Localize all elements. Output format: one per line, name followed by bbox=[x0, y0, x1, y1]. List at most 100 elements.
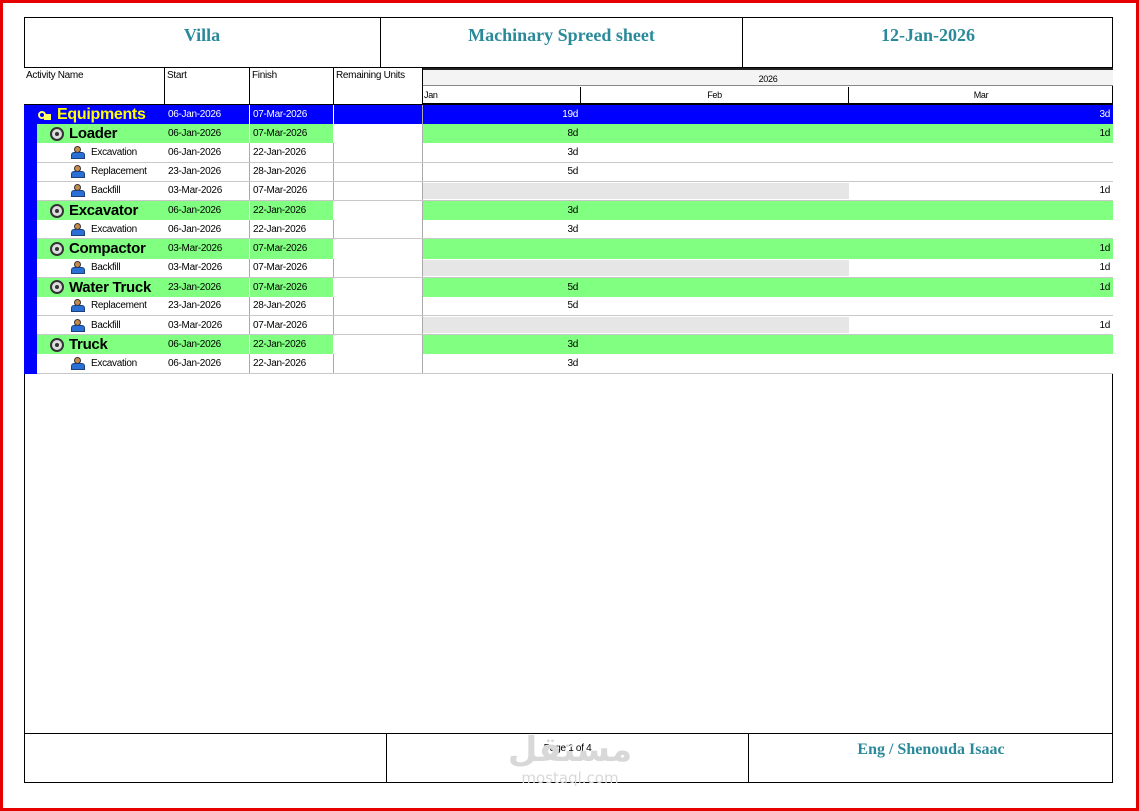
resource-icon bbox=[70, 184, 86, 198]
units-jan: 3d bbox=[567, 339, 578, 351]
summary-row[interactable]: Equipments 06-Jan-2026 07-Mar-2026 19d 3d bbox=[24, 105, 1113, 125]
activity-name-cell: Equipments bbox=[24, 105, 165, 124]
resource-icon bbox=[70, 357, 86, 371]
finish-date: 28-Jan-2026 bbox=[250, 296, 334, 316]
activity-row[interactable]: Replacement 23-Jan-2026 28-Jan-2026 5d bbox=[24, 162, 1113, 182]
equipment-icon bbox=[38, 109, 52, 121]
remaining-units bbox=[334, 143, 423, 162]
activity-row[interactable]: Replacement 23-Jan-2026 28-Jan-2026 5d bbox=[24, 296, 1113, 317]
activity-name-cell: Compactor bbox=[24, 239, 165, 259]
resource-icon bbox=[70, 222, 86, 236]
col-activity-name[interactable]: Activity Name bbox=[24, 68, 165, 105]
remaining-units bbox=[334, 354, 423, 373]
remaining-units bbox=[334, 239, 423, 259]
activity-name-cell: Loader bbox=[24, 124, 165, 144]
activity-row[interactable]: Backfill 03-Mar-2026 07-Mar-2026 1d bbox=[24, 181, 1113, 201]
start-date: 23-Jan-2026 bbox=[165, 162, 250, 181]
activity-name-cell: Replacement bbox=[24, 296, 165, 316]
activity-row[interactable]: Backfill 03-Mar-2026 07-Mar-2026 1d bbox=[24, 316, 1113, 336]
start-date: 06-Jan-2026 bbox=[165, 220, 250, 239]
start-date: 03-Mar-2026 bbox=[165, 316, 250, 335]
units-mar bbox=[581, 354, 1113, 372]
units-jan bbox=[423, 259, 581, 277]
finish-date: 28-Jan-2026 bbox=[250, 162, 334, 181]
report-title: Machinary Spreed sheet bbox=[381, 17, 743, 67]
activity-name-cell: Excavation bbox=[24, 143, 165, 162]
column-header: Activity Name Start Finish Remaining Uni… bbox=[24, 68, 1113, 105]
activity-name: Backfill bbox=[91, 319, 121, 331]
resource-row[interactable]: Truck 06-Jan-2026 22-Jan-2026 3d bbox=[24, 335, 1113, 355]
units-mar: 1d bbox=[1099, 128, 1110, 140]
resource-icon bbox=[70, 299, 86, 313]
remaining-units bbox=[334, 258, 423, 277]
remaining-units bbox=[334, 335, 423, 355]
activity-row[interactable]: Backfill 03-Mar-2026 07-Mar-2026 1d bbox=[24, 258, 1113, 278]
units-jan: 5d bbox=[567, 300, 578, 312]
units-mar bbox=[581, 163, 1113, 181]
activity-name-cell: Water Truck bbox=[24, 277, 165, 297]
remaining-units bbox=[334, 277, 423, 297]
report-footer: Page 1 of 4 Eng / Shenouda Isaac bbox=[24, 733, 1113, 783]
units-mar bbox=[581, 201, 1113, 220]
start-date: 06-Jan-2026 bbox=[165, 354, 250, 373]
units-jan: 3d bbox=[567, 358, 578, 370]
finish-date: 07-Mar-2026 bbox=[250, 239, 334, 259]
resource-row[interactable]: Compactor 03-Mar-2026 07-Mar-2026 1d bbox=[24, 239, 1113, 259]
activity-name-cell: Backfill bbox=[24, 258, 165, 277]
activity-name-cell: Replacement bbox=[24, 162, 165, 181]
activity-name: Replacement bbox=[91, 300, 147, 312]
units-mar: 1d bbox=[1099, 319, 1110, 331]
activity-name-cell: Backfill bbox=[24, 181, 165, 200]
units-mar bbox=[581, 335, 1113, 354]
resource-row[interactable]: Loader 06-Jan-2026 07-Mar-2026 8d 1d bbox=[24, 124, 1113, 144]
col-start[interactable]: Start bbox=[165, 68, 250, 105]
activity-name: Backfill bbox=[91, 262, 121, 274]
activity-name: Excavation bbox=[91, 146, 137, 158]
remaining-units bbox=[334, 220, 423, 239]
timescale-month-feb: Feb bbox=[581, 87, 849, 105]
resource-row[interactable]: Water Truck 23-Jan-2026 07-Mar-2026 5d 1d bbox=[24, 277, 1113, 297]
finish-date: 22-Jan-2026 bbox=[250, 220, 334, 239]
finish-date: 22-Jan-2026 bbox=[250, 335, 334, 355]
resource-group-icon bbox=[50, 337, 64, 352]
units-mar: 1d bbox=[1099, 262, 1110, 274]
finish-date: 07-Mar-2026 bbox=[250, 316, 334, 335]
footer-left bbox=[24, 734, 387, 783]
finish-date: 22-Jan-2026 bbox=[250, 354, 334, 373]
activity-name: Excavation bbox=[91, 223, 137, 235]
start-date: 03-Mar-2026 bbox=[165, 181, 250, 200]
activity-table: Equipments 06-Jan-2026 07-Mar-2026 19d 3d Loa… bbox=[24, 105, 1113, 374]
finish-date: 07-Mar-2026 bbox=[250, 105, 334, 125]
resource-group-icon bbox=[50, 203, 64, 218]
remaining-units bbox=[334, 105, 423, 125]
activity-name-cell: Truck bbox=[24, 335, 165, 355]
finish-date: 07-Mar-2026 bbox=[250, 181, 334, 200]
start-date: 06-Jan-2026 bbox=[165, 143, 250, 162]
remaining-units bbox=[334, 162, 423, 181]
page-number: Page 1 of 4 bbox=[387, 734, 749, 783]
remaining-units bbox=[334, 124, 423, 144]
remaining-units bbox=[334, 181, 423, 200]
start-date: 23-Jan-2026 bbox=[165, 277, 250, 297]
units-mar: 3d bbox=[1099, 109, 1110, 121]
units-jan: 19d bbox=[562, 109, 578, 121]
remaining-units bbox=[334, 296, 423, 316]
resource-group-icon bbox=[50, 280, 64, 295]
units-jan bbox=[423, 239, 581, 258]
start-date: 06-Jan-2026 bbox=[165, 335, 250, 355]
finish-date: 07-Mar-2026 bbox=[250, 258, 334, 277]
col-finish[interactable]: Finish bbox=[250, 68, 334, 105]
activity-row[interactable]: Excavation 06-Jan-2026 22-Jan-2026 3d bbox=[24, 143, 1113, 163]
activity-row[interactable]: Excavation 06-Jan-2026 22-Jan-2026 3d bbox=[24, 354, 1113, 374]
resource-group-icon bbox=[50, 241, 64, 256]
resource-row[interactable]: Excavator 06-Jan-2026 22-Jan-2026 3d bbox=[24, 200, 1113, 221]
units-jan: 3d bbox=[567, 146, 578, 158]
activity-row[interactable]: Excavation 06-Jan-2026 22-Jan-2026 3d bbox=[24, 220, 1113, 240]
units-jan bbox=[423, 316, 581, 334]
col-remaining-units[interactable]: Remaining Units bbox=[334, 68, 423, 105]
activity-name: Loader bbox=[69, 125, 118, 143]
resource-group-icon bbox=[50, 126, 64, 141]
activity-name: Water Truck bbox=[69, 278, 152, 296]
start-date: 06-Jan-2026 bbox=[165, 105, 250, 125]
remaining-units bbox=[334, 200, 423, 221]
